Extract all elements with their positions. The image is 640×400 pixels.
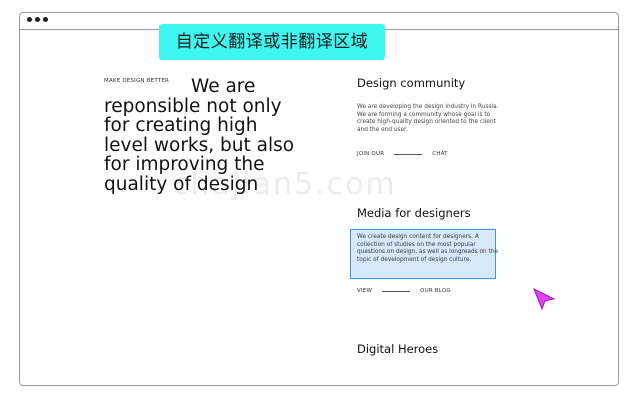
section-body-design-community: We are developing the design industry in… (357, 104, 499, 133)
hero-line: reponsible not only (104, 95, 282, 117)
link-label[interactable]: OUR BLOG (420, 288, 451, 294)
translation-area-banner: 自定义翻译或非翻译区域 (159, 24, 385, 60)
hero-line: We are (191, 76, 256, 97)
join-chat-link[interactable]: JOIN OUR CHAT (357, 151, 448, 157)
link-divider (394, 153, 423, 155)
link-label[interactable]: JOIN OUR (357, 151, 384, 157)
section-body-media[interactable]: We create design content for designers. … (357, 234, 502, 264)
window-dot-icon[interactable] (35, 17, 40, 22)
window-dot-icon[interactable] (27, 17, 32, 22)
window-dot-icon[interactable] (43, 17, 48, 22)
section-title-media: Media for designers (357, 206, 471, 220)
section-title-digital-heroes: Digital Heroes (357, 342, 439, 356)
view-blog-link[interactable]: VIEW OUR BLOG (357, 288, 451, 294)
pointer-arrow-icon (533, 287, 556, 311)
link-label[interactable]: VIEW (357, 288, 372, 294)
site-watermark: chajian5.com (172, 167, 397, 202)
hero-line: level works, but also (104, 134, 295, 156)
hero-line: for creating high (104, 115, 258, 136)
link-label[interactable]: CHAT (432, 151, 447, 157)
section-title-design-community: Design community (357, 76, 466, 90)
link-divider (382, 290, 411, 292)
